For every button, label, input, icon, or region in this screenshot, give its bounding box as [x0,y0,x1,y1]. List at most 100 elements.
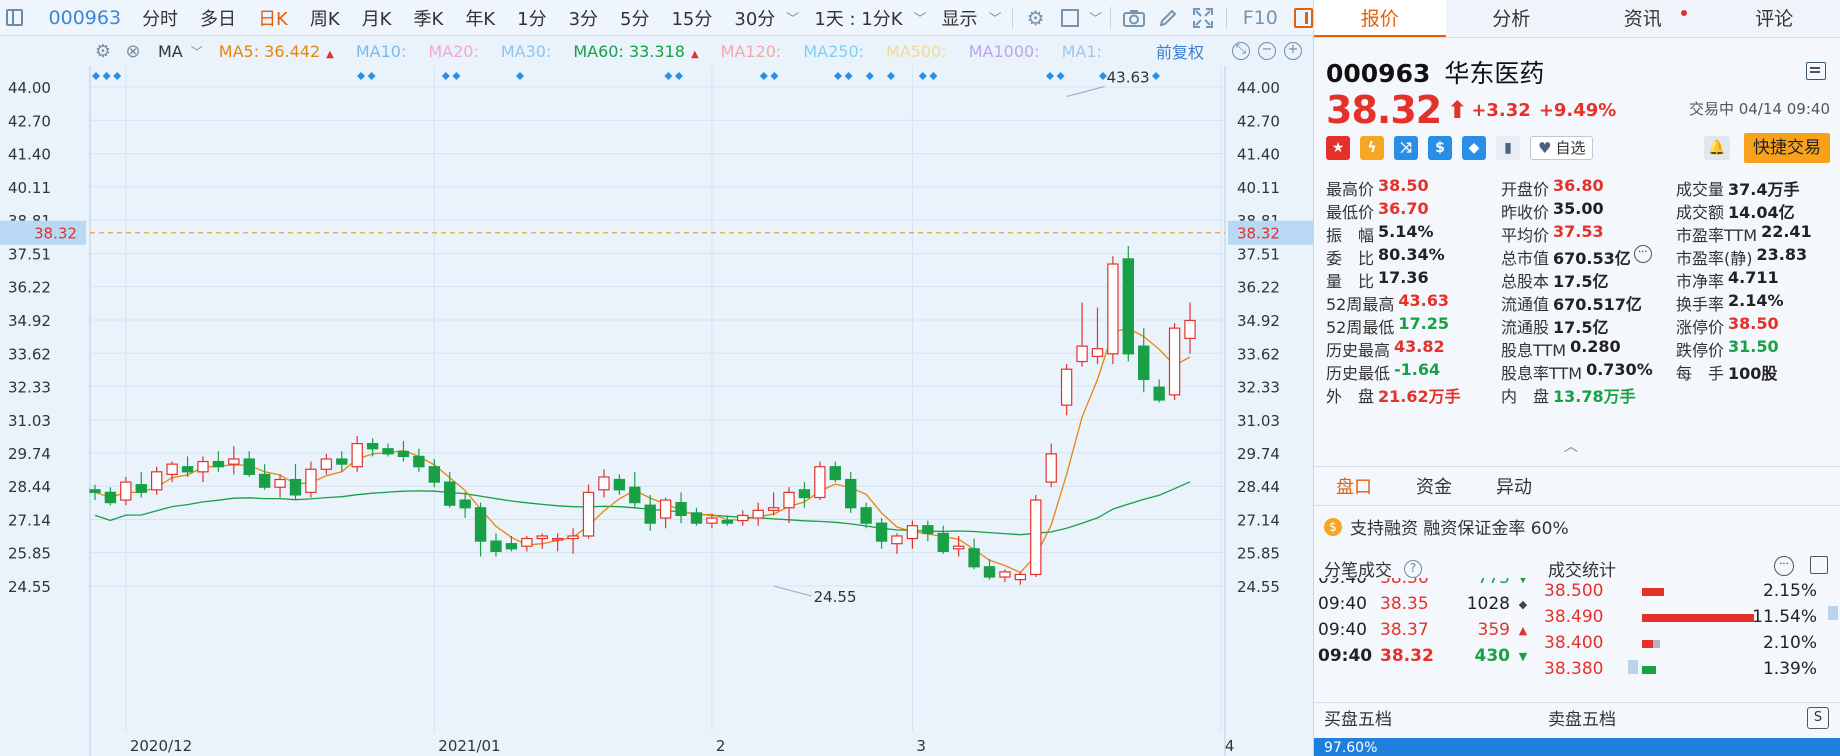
quote-label: 开盘价 [1501,179,1550,199]
shuffle-icon[interactable]: ⤨ [1394,136,1418,160]
candle-body [860,507,872,524]
lightning-icon[interactable]: ϟ [1360,136,1384,160]
dropdown-chevron-icon[interactable]: ﹀ [1087,8,1104,27]
candle-body [1091,348,1104,357]
period-item[interactable]: 日K [247,5,299,31]
quote-cell: 成交额 14.04亿 [1676,199,1836,223]
quote-cell: 股息TTM 0.280 [1501,337,1676,361]
china-flag-icon[interactable]: ★ [1326,136,1350,160]
tick-list[interactable]: 09:40 38.36 775 ▼ 09:40 38.35 1028 ◆ 09:40 38.37 3… [1314,578,1540,698]
quote-label: 每 手 [1676,363,1725,383]
margin-text: 支持融资 融资保证金率 60% [1350,519,1569,539]
quote-label: 最高价 [1326,179,1375,199]
sub-tab[interactable]: 资金 [1394,473,1474,499]
period-item[interactable]: 3分 [558,5,609,31]
quote-cell: 换手率 2.14% [1676,291,1836,315]
checkbox-icon[interactable] [1053,8,1087,27]
dollar-icon[interactable]: $ [1428,136,1452,160]
draw-pen-icon[interactable] [1151,8,1185,28]
layout-icon[interactable] [1806,62,1826,80]
period-item[interactable]: 月K [351,5,403,31]
candle-body [397,450,410,458]
sidebar-toggle-icon[interactable] [0,0,29,36]
tab-quote[interactable]: 报价 [1314,0,1446,37]
quote-cell: 量 比 17.36 [1326,268,1501,292]
current-price-label-right: 38.32 [1237,225,1280,243]
period-item[interactable]: 30分 [723,5,786,31]
add-watchlist-button[interactable]: ♥ 自选 [1530,136,1594,160]
scrollbar[interactable] [1828,606,1838,620]
kline-chart[interactable]: 44.00 44.00 42.70 42.70 41.40 41.40 40.11 40.11… [0,36,1313,756]
period-item[interactable]: 季K [403,5,455,31]
candle-body [258,473,271,488]
volume-stats-list[interactable]: 38.500 2.15% 38.490 11.54% 38.400 2.10% 38.380… [1542,578,1840,698]
collapse-caret-icon[interactable]: ︿ [1564,436,1578,456]
tab-news[interactable]: 资讯 [1577,0,1709,37]
f10-button[interactable]: F10 [1233,7,1288,29]
quote-value: 670.517亿 [1553,294,1642,314]
kline-chart-area[interactable]: ⚙ ⊗ MA ﹀ MA5: 36.442 ▲ MA10: MA20: MA30: MA60… [0,36,1313,756]
quote-value: 0.280 [1570,336,1621,356]
x-tick-label: 2021/01 [438,737,500,755]
price-change: +3.32 [1471,99,1531,121]
dollar-s-icon[interactable]: S [1807,707,1829,729]
bookmark-icon[interactable]: ▮ [1496,136,1520,160]
quote-row: 振 幅 5.14% 平均价 37.53 市盈率TTM 22.41 [1326,222,1836,245]
candle-body [366,443,379,450]
candle-body [690,512,703,524]
tick-time: 09:40 [1318,594,1367,614]
dropdown-chevron-icon[interactable]: ﹀ [786,8,803,27]
tick-volume: 1028 [1466,594,1510,614]
candle-body [505,543,518,550]
y-tick-label-right: 29.74 [1237,445,1280,463]
help-icon[interactable]: ? [1404,559,1422,578]
period-item[interactable]: 5分 [609,5,660,31]
tab-analysis[interactable]: 分析 [1446,0,1578,37]
tick-price: 38.32 [1380,646,1434,666]
quote-value: 38.50 [1728,313,1779,333]
quote-value: 17.36 [1378,267,1429,287]
period-item[interactable]: 15分 [660,5,723,31]
tick-volume: 359 [1477,620,1510,640]
period-item[interactable]: 周K [299,5,351,31]
candle-body [351,443,363,468]
tag-icon[interactable]: ◆ [1462,136,1486,160]
period-item[interactable]: 年K [454,5,506,31]
candle-body [706,517,718,524]
stock-header: 000963 华东医药 [1326,54,1544,90]
sub-tab[interactable]: 异动 [1474,473,1554,499]
panel-toggle-icon[interactable] [1293,7,1314,28]
sub-tab[interactable]: 盘口 [1314,473,1394,499]
stats-layout-icon[interactable] [1810,556,1828,574]
candle-body [999,571,1011,578]
quote-value: 37.4万手 [1728,179,1800,199]
dropdown-chevron-icon[interactable]: ﹀ [914,8,931,27]
settings-icon[interactable]: ⚙ [1019,6,1053,30]
stats-more-icon[interactable]: ··· [1774,556,1794,576]
quick-trade-button[interactable]: 快捷交易 [1744,133,1830,163]
quote-cell: 每 手 100股 [1676,360,1836,384]
stat-price: 38.500 [1544,581,1604,601]
quote-value: 13.78万手 [1553,386,1636,406]
quote-cell: 振 幅 5.14% [1326,222,1501,246]
y-tick-label-right: 34.92 [1237,312,1280,330]
period-item[interactable]: 1分 [506,5,557,31]
candle-body [1138,345,1150,381]
stat-percent: 1.39% [1762,659,1817,679]
candle-body [428,466,440,483]
y-tick-label-right: 41.40 [1237,146,1280,164]
scrollbar[interactable] [1628,660,1638,674]
camera-icon[interactable] [1117,9,1151,27]
quote-cell: 市盈率(静) 23.83 [1676,245,1836,269]
period-item[interactable]: 显示 [931,5,989,31]
tab-comments[interactable]: 评论 [1709,0,1840,37]
price-change-pct: +9.49% [1538,99,1617,121]
dropdown-chevron-icon[interactable]: ﹀ [989,8,1006,27]
more-icon[interactable]: ··· [1633,244,1652,263]
period-item[interactable]: 多日 [189,5,247,31]
alert-bell-icon[interactable]: 🔔 [1704,136,1730,160]
period-item[interactable]: 分时 [131,5,189,31]
fullscreen-icon[interactable] [1186,7,1220,28]
period-item[interactable]: 1天 : 1分K [803,5,913,31]
quote-cell: 涨停价 38.50 [1676,314,1836,338]
